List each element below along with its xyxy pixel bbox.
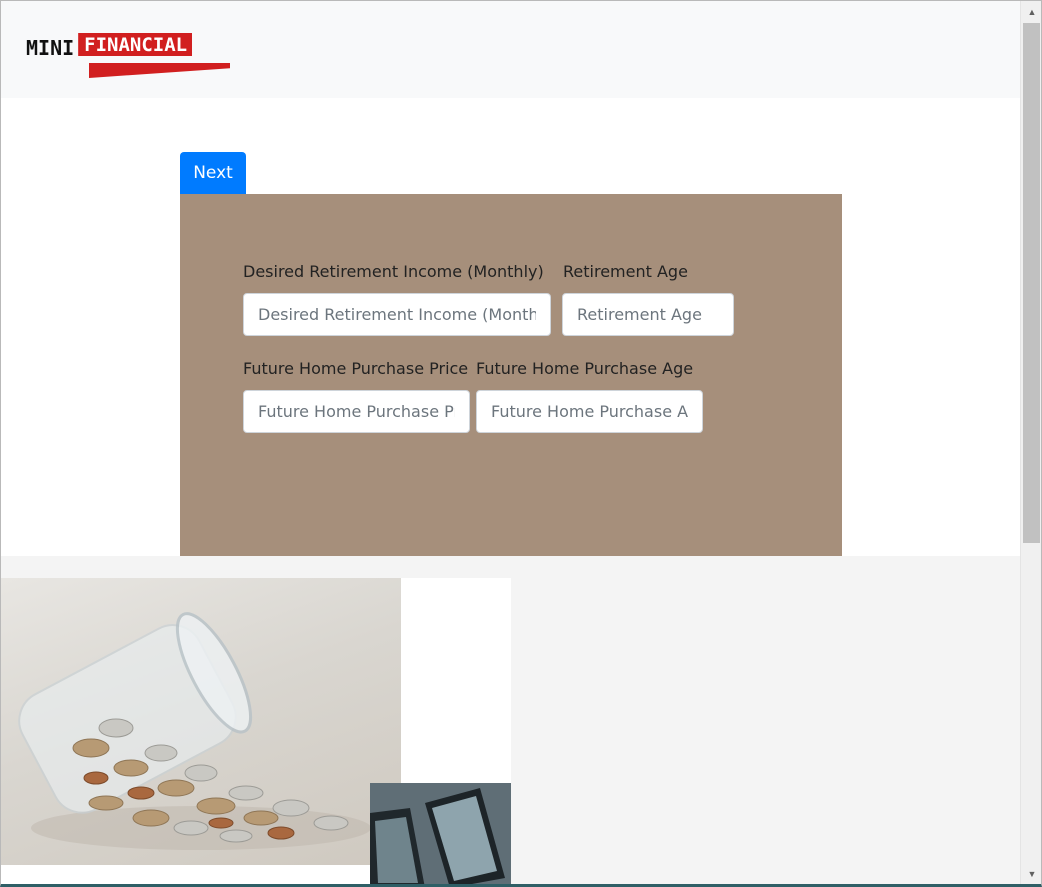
coin-jar-illustration — [18, 612, 371, 850]
browser-window: MINI FINANCIAL Next Desired Retirement I… — [0, 0, 1042, 887]
retirement-age-input[interactable] — [562, 293, 734, 336]
retirement-income-input[interactable] — [243, 293, 551, 336]
home-price-input[interactable] — [243, 390, 470, 433]
tablet-illustration — [370, 783, 511, 884]
scrollbar-thumb[interactable] — [1023, 23, 1040, 543]
triangle-down-icon[interactable]: ▼ — [1021, 863, 1041, 884]
home-price-label: Future Home Purchase Price — [243, 359, 469, 378]
coin-jar-image — [1, 578, 401, 865]
logo[interactable]: MINI FINANCIAL — [26, 32, 230, 78]
home-age-input[interactable] — [476, 390, 703, 433]
retirement-income-label: Desired Retirement Income (Monthly) — [243, 262, 544, 281]
tablet-image — [370, 783, 511, 884]
triangle-up-icon[interactable]: ▲ — [1021, 1, 1041, 23]
next-button[interactable]: Next — [180, 152, 246, 194]
retirement-age-label: Retirement Age — [563, 262, 688, 281]
logo-text-mini: MINI — [26, 36, 75, 60]
goals-form-panel: Desired Retirement Income (Monthly) Reti… — [180, 194, 842, 556]
logo-text-financial: FINANCIAL — [78, 33, 193, 56]
navbar: MINI FINANCIAL — [1, 1, 1020, 98]
vertical-scrollbar[interactable]: ▲ ▼ — [1020, 1, 1041, 884]
photo-container — [1, 578, 511, 884]
home-age-label: Future Home Purchase Age — [476, 359, 694, 378]
image-section — [1, 556, 1020, 884]
